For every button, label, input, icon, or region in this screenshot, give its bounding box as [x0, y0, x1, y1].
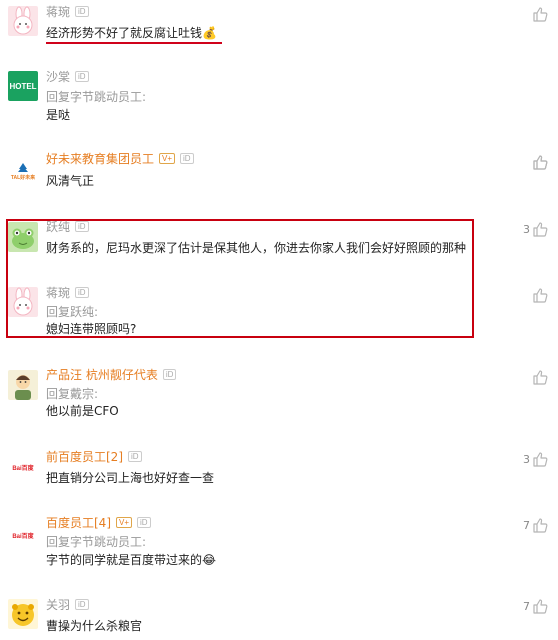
like-button[interactable]: 7: [523, 598, 548, 614]
thumbs-up-icon: [533, 452, 548, 467]
comment-item: TAL好未来 好未来教育集团员工 V+ iD 风清气正: [0, 148, 558, 193]
rabbit-avatar[interactable]: [8, 287, 38, 317]
id-badge: iD: [75, 598, 89, 610]
avatar-text: TAL好未来: [10, 174, 36, 181]
id-badge: iD: [75, 5, 89, 17]
comment-text-body: 字节的同学就是百度带过来的: [46, 553, 203, 567]
like-count: 3: [523, 452, 530, 466]
comment-item: 关羽 iD 曹操为什么杀粮官 7: [0, 596, 558, 640]
verified-badge: V+: [116, 516, 133, 528]
comment-text: 他以前是CFO: [46, 404, 119, 418]
comment-text: 是哒: [46, 108, 71, 122]
comment-item: HOTEL 沙棠 iD 回复字节跳动员工: 是哒: [0, 66, 558, 170]
comment-text-body: 经济形势不好了就反腐让吐钱: [46, 26, 203, 40]
avatar-text: HOTEL: [9, 81, 37, 91]
like-button[interactable]: [530, 154, 548, 170]
user-name-row: 关羽 iD: [46, 596, 89, 612]
user-name[interactable]: 蒋琬: [46, 284, 70, 301]
user-name-row: 蒋琬 iD: [46, 284, 89, 300]
comment-text: 风清气正: [46, 174, 95, 188]
hotel-avatar[interactable]: HOTEL: [8, 71, 38, 101]
thumbs-up-icon: [533, 288, 548, 303]
comment-item: 跃纯 iD 财务系的，尼玛水更深了估计是保其他人，你进去你家人我们会好好照顾的那…: [0, 218, 558, 268]
thumbs-up-icon: [533, 370, 548, 385]
red-underline: [46, 42, 222, 44]
rabbit-avatar[interactable]: [8, 6, 38, 36]
laughing-emoji: 😂: [202, 553, 217, 567]
reply-to[interactable]: 回复字节跳动员工:: [46, 533, 146, 550]
id-badge: iD: [75, 286, 89, 298]
thumbs-up-icon: [533, 599, 548, 614]
like-count: 3: [523, 222, 530, 236]
like-count: 7: [523, 599, 530, 613]
comment-item: 蒋琬 iD 经济形势不好了就反腐让吐钱💰: [0, 0, 558, 50]
comment-text: 媳妇连带照顾吗?: [46, 322, 137, 336]
user-name-row: 好未来教育集团员工 V+ iD: [46, 150, 194, 166]
thumbs-up-icon: [533, 222, 548, 237]
user-name[interactable]: 关羽: [46, 596, 70, 613]
like-button[interactable]: 3: [523, 451, 548, 467]
id-badge: iD: [162, 368, 177, 380]
like-button[interactable]: 3: [523, 221, 548, 237]
thumbs-up-icon: [533, 155, 548, 170]
user-name-row: 沙棠 iD: [46, 68, 89, 84]
like-button[interactable]: [530, 369, 548, 385]
emoji-face-avatar[interactable]: [8, 599, 38, 629]
id-badge: iD: [128, 450, 142, 462]
user-name-row: 跃纯 iD: [46, 218, 89, 234]
baidu-avatar[interactable]: Bai百度: [8, 452, 38, 482]
thumbs-up-icon: [533, 518, 548, 533]
comment-item: 蒋琬 iD 回复跃纯: 媳妇连带照顾吗?: [0, 283, 558, 338]
reply-to[interactable]: 回复跃纯:: [46, 303, 98, 320]
comment-text: 财务系的，尼玛水更深了估计是保其他人，你进去你家人我们会好好照顾的那种: [46, 241, 467, 255]
comment-text: 经济形势不好了就反腐让吐钱💰: [46, 24, 217, 41]
id-badge: iD: [75, 220, 89, 232]
user-name[interactable]: 产品汪 杭州靓仔代表: [46, 366, 158, 383]
avatar-text: Bai百度: [12, 533, 34, 540]
avatar-text: Bai百度: [12, 465, 34, 472]
comment-item: 产品汪 杭州靓仔代表 iD 回复戴宗: 他以前是CFO: [0, 366, 558, 426]
thumbs-up-icon: [533, 7, 548, 22]
user-name[interactable]: 沙棠: [46, 68, 70, 85]
frog-avatar[interactable]: [8, 222, 38, 252]
id-badge: iD: [180, 152, 194, 164]
user-name[interactable]: 百度员工[4]: [46, 514, 111, 531]
user-name-row: 前百度员工[2] iD: [46, 448, 142, 464]
tree-icon: [18, 162, 28, 172]
comment-item: Bai百度 前百度员工[2] iD 把直销分公司上海也好好查一查 3: [0, 448, 558, 493]
user-name[interactable]: 蒋琬: [46, 3, 70, 20]
like-count: 7: [523, 518, 530, 532]
like-button[interactable]: [530, 6, 548, 22]
cartoon-avatar[interactable]: [8, 370, 38, 400]
comment-text: 字节的同学就是百度带过来的😂: [46, 551, 216, 568]
user-name-row: 产品汪 杭州靓仔代表 iD: [46, 366, 177, 383]
like-button[interactable]: 7: [523, 517, 548, 533]
verified-badge: V+: [159, 152, 176, 164]
comment-text: 把直销分公司上海也好好查一查: [46, 471, 215, 485]
user-name[interactable]: 跃纯: [46, 218, 70, 235]
id-badge: iD: [75, 70, 89, 82]
baidu-avatar[interactable]: Bai百度: [8, 520, 38, 550]
user-name[interactable]: 前百度员工[2]: [46, 448, 123, 465]
user-name[interactable]: 好未来教育集团员工: [46, 150, 154, 167]
reply-to[interactable]: 回复戴宗:: [46, 385, 98, 402]
comment-text: 曹操为什么杀粮官: [46, 619, 143, 633]
tal-avatar[interactable]: TAL好未来: [8, 156, 38, 186]
reply-to[interactable]: 回复字节跳动员工:: [46, 88, 146, 105]
like-button[interactable]: [530, 287, 548, 303]
id-badge: iD: [137, 516, 151, 528]
user-name-row: 百度员工[4] V+ iD: [46, 514, 151, 530]
money-bag-emoji: 💰: [202, 26, 217, 40]
comment-item: Bai百度 百度员工[4] V+ iD 回复字节跳动员工: 字节的同学就是百度带…: [0, 514, 558, 574]
user-name-row: 蒋琬 iD: [46, 3, 89, 19]
